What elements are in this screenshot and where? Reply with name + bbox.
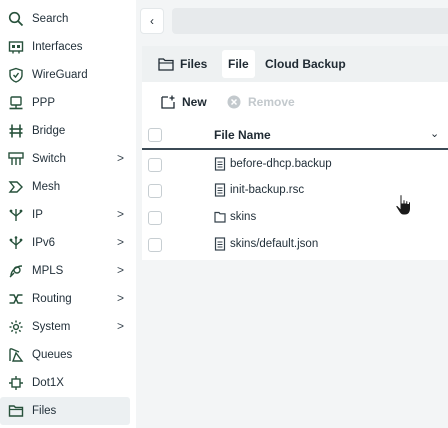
folder-icon: [214, 210, 226, 224]
routing-icon: [8, 291, 24, 307]
ipv6-icon: [8, 235, 24, 251]
sidebar-item-bridge[interactable]: Bridge: [0, 117, 130, 145]
sidebar-item-wireguard[interactable]: WireGuard: [0, 61, 130, 89]
row-checkbox[interactable]: [148, 211, 162, 225]
sidebar-item-label: WireGuard: [32, 69, 88, 81]
folder-icon: [158, 57, 174, 71]
gear-icon: [8, 319, 24, 335]
sidebar-item-mpls[interactable]: MPLS >: [0, 257, 130, 285]
sidebar-item-queues[interactable]: Queues: [0, 341, 130, 369]
remove-icon: [226, 94, 242, 110]
file-name[interactable]: init-backup.rsc: [230, 184, 304, 196]
tab-files[interactable]: Files: [152, 50, 213, 78]
mpls-icon: [8, 263, 24, 279]
sidebar-item-search[interactable]: Search: [0, 5, 130, 33]
sidebar-item-label: IP: [32, 209, 43, 221]
tab-label: File: [228, 57, 249, 71]
sidebar-item-interfaces[interactable]: Interfaces: [0, 33, 130, 61]
sidebar-item-label: Interfaces: [32, 41, 83, 53]
sidebar-item-label: Switch: [32, 153, 66, 165]
sidebar-item-label: Mesh: [32, 181, 61, 193]
tab-file[interactable]: File: [222, 50, 255, 78]
sidebar-item-ipv6[interactable]: IPv6 >: [0, 229, 130, 257]
top-search-bar[interactable]: [172, 8, 448, 34]
tabs-row: Files File Cloud Backup: [142, 46, 448, 82]
chevron-right-icon: >: [117, 235, 125, 249]
select-all-checkbox[interactable]: [148, 128, 162, 142]
sidebar-item-switch[interactable]: Switch >: [0, 145, 130, 173]
ip-icon: [8, 207, 24, 223]
table-header: File Name ⌄: [142, 120, 448, 150]
sidebar-item-label: Bridge: [32, 125, 66, 137]
row-checkbox[interactable]: [148, 158, 162, 172]
remove-button-label: Remove: [248, 95, 295, 109]
sidebar-item-label: Files: [32, 405, 57, 417]
sidebar-item-ip[interactable]: IP >: [0, 201, 130, 229]
chevron-right-icon: >: [117, 291, 125, 305]
sidebar-item-label: PPP: [32, 97, 56, 109]
dot1x-icon: [8, 375, 24, 391]
queues-icon: [8, 347, 24, 363]
sidebar-item-label: System: [32, 321, 71, 333]
chevron-right-icon: >: [117, 319, 125, 333]
column-header-file-name[interactable]: File Name: [214, 128, 271, 142]
search-icon: [8, 11, 24, 27]
remove-button[interactable]: Remove: [226, 92, 295, 112]
new-file-icon: [160, 94, 176, 110]
chevron-right-icon: >: [117, 263, 125, 277]
tab-label: Cloud Backup: [265, 57, 346, 71]
wireguard-icon: [8, 67, 24, 83]
tab-label: Files: [180, 57, 208, 71]
row-checkbox[interactable]: [148, 184, 162, 198]
table-row[interactable]: before-dhcp.backup: [142, 152, 448, 178]
row-checkbox[interactable]: [148, 238, 162, 252]
chevron-down-icon[interactable]: ⌄: [430, 127, 439, 140]
file-icon: [214, 183, 226, 197]
sidebar-item-routing[interactable]: Routing >: [0, 285, 130, 313]
switch-icon: [8, 151, 24, 167]
tab-cloud-backup[interactable]: Cloud Backup: [259, 50, 352, 78]
sidebar-item-label: Routing: [32, 293, 72, 305]
sidebar-item-label: Queues: [32, 349, 73, 361]
chevron-right-icon: >: [117, 207, 125, 221]
folder-icon: [8, 403, 24, 419]
hand-cursor-icon: [393, 193, 415, 217]
mesh-icon: [8, 179, 24, 195]
new-button-label: New: [182, 95, 207, 109]
interfaces-icon: [8, 39, 24, 55]
file-name[interactable]: skins/default.json: [230, 238, 318, 250]
sidebar-item-dot1x[interactable]: Dot1X: [0, 369, 130, 397]
chevron-right-icon: >: [117, 151, 125, 165]
sidebar: Search Interfaces WireGuard PPP Bridge S…: [0, 0, 136, 428]
new-button[interactable]: New: [160, 92, 207, 112]
sidebar-item-system[interactable]: System >: [0, 313, 130, 341]
sidebar-item-label: Dot1X: [32, 377, 64, 389]
file-icon: [214, 157, 226, 171]
files-panel: Files File Cloud Backup New Remove File …: [142, 46, 448, 260]
ppp-icon: [8, 95, 24, 111]
table-row[interactable]: skins/default.json: [142, 232, 448, 258]
file-name[interactable]: skins: [230, 211, 256, 223]
sidebar-item-mesh[interactable]: Mesh: [0, 173, 130, 201]
file-name[interactable]: before-dhcp.backup: [230, 158, 332, 170]
bridge-icon: [8, 123, 24, 139]
sidebar-item-label: IPv6: [32, 237, 56, 249]
sidebar-item-ppp[interactable]: PPP: [0, 89, 130, 117]
collapse-sidebar-button[interactable]: ‹: [140, 8, 164, 34]
sidebar-item-files[interactable]: Files: [0, 397, 130, 425]
sidebar-item-label: Search: [32, 13, 69, 25]
sidebar-item-label: MPLS: [32, 265, 64, 277]
file-icon: [214, 237, 226, 251]
